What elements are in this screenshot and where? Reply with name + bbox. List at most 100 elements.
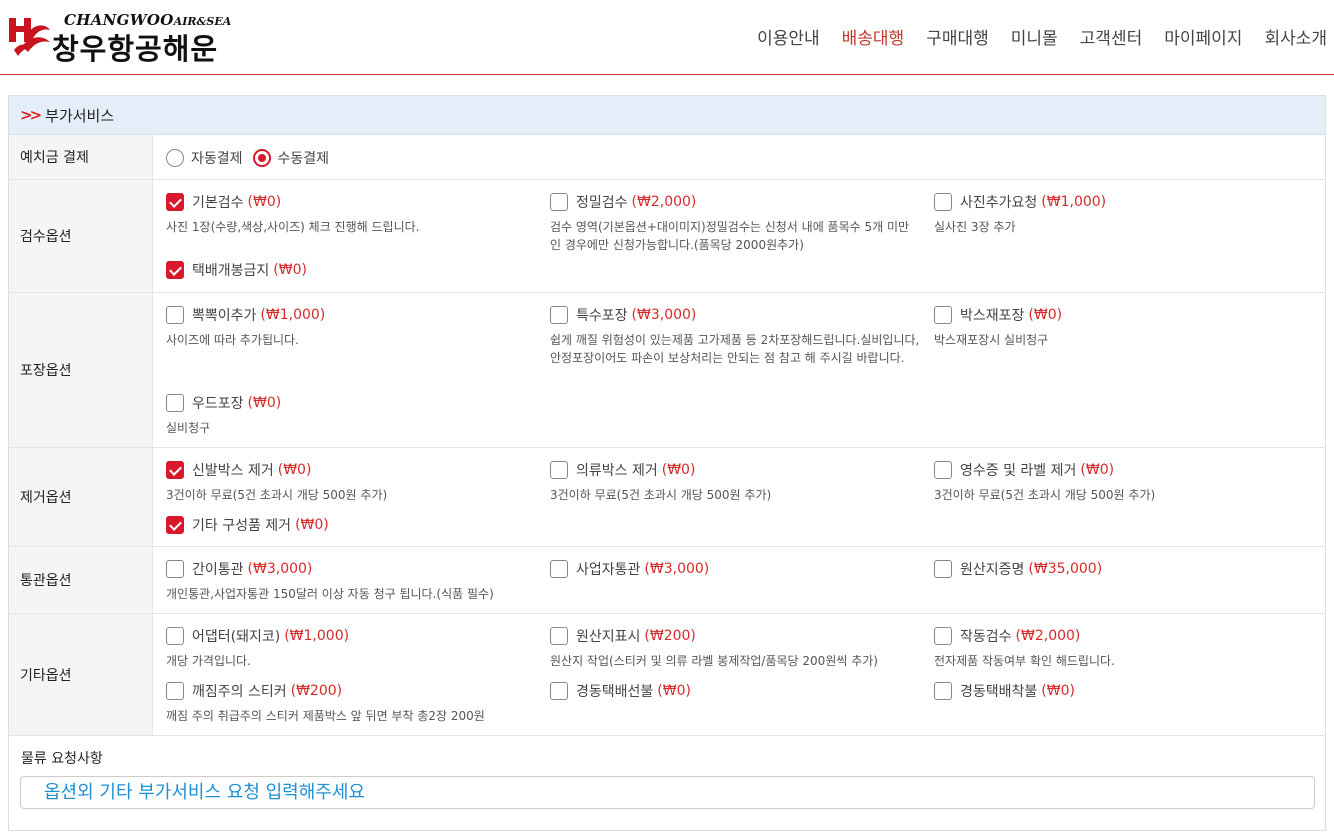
checkbox[interactable]: [550, 627, 568, 645]
nav-minimall[interactable]: 미니몰: [1011, 24, 1058, 49]
nav-guide[interactable]: 이용안내: [757, 24, 820, 49]
option-no-unpack: 택배개봉금지 (₩0): [166, 260, 536, 280]
checkbox[interactable]: [166, 627, 184, 645]
checkbox[interactable]: [550, 682, 568, 700]
other-options-row: 기타옵션 어댑터(돼지코) (₩1,000) 개당 가격입니다. 원산지표시 (₩2…: [9, 614, 1325, 736]
option-label: 원산지증명: [960, 562, 1025, 578]
removal-options-row: 제거옵션 신발박스 제거 (₩0) 3건이하 무료(5건 초과시 개당 500원 …: [9, 448, 1325, 547]
option-label: 경동택배선불: [576, 684, 654, 700]
option-label: 어댑터(돼지코): [192, 629, 281, 645]
option-desc: 실비청구: [166, 421, 211, 435]
row-label: 검수옵션: [9, 180, 153, 292]
option-adapter: 어댑터(돼지코) (₩1,000) 개당 가격입니다.: [166, 626, 536, 670]
option-desc: 3건이하 무료(5건 초과시 개당 500원 추가): [550, 488, 772, 502]
option-label: 사업자통관: [576, 562, 641, 578]
option-basic-inspection: 기본검수 (₩0) 사진 1장(수량,색상,사이즈) 체크 진행해 드립니다.: [166, 192, 536, 236]
checkbox-checked[interactable]: [166, 261, 184, 279]
nav-company[interactable]: 회사소개: [1264, 24, 1327, 49]
checkbox[interactable]: [550, 461, 568, 479]
checkbox-checked[interactable]: [166, 516, 184, 534]
option-price: (₩0): [1080, 462, 1115, 478]
checkbox[interactable]: [166, 394, 184, 412]
radio-manual-payment[interactable]: 수동결제: [252, 148, 329, 168]
option-desc: 쉽게 깨질 위험성이 있는제품 고가제품 등 2차포장해드립니다.실비입니다,안…: [550, 333, 920, 365]
option-operation-check: 작동검수 (₩2,000) 전자제품 작동여부 확인 해드립니다.: [934, 626, 1304, 670]
option-price: (₩0): [247, 194, 282, 210]
option-desc: 사이즈에 따라 추가됩니다.: [166, 333, 299, 347]
logistics-request-input[interactable]: [20, 776, 1315, 809]
option-price: (₩3,000): [644, 561, 710, 577]
option-price: (₩0): [661, 462, 696, 478]
option-label: 기타 구성품 제거: [192, 518, 292, 534]
option-label: 원산지표시: [576, 629, 641, 645]
option-label: 작동검수: [960, 629, 1012, 645]
checkbox[interactable]: [934, 461, 952, 479]
checkbox[interactable]: [934, 627, 952, 645]
option-price: (₩2,000): [631, 194, 697, 210]
option-price: (₩0): [657, 683, 691, 699]
checkbox-checked[interactable]: [166, 193, 184, 211]
section-header: >> 부가서비스: [9, 96, 1325, 135]
option-price: (₩200): [290, 683, 343, 699]
row-label: 통관옵션: [9, 547, 153, 613]
radio-circle[interactable]: [166, 149, 184, 167]
option-label: 특수포장: [576, 308, 628, 324]
main-nav: 이용안내 배송대행 구매대행 미니몰 고객센터 마이페이지 회사소개: [735, 24, 1327, 49]
option-label: 뽁뽁이추가: [192, 308, 257, 324]
checkbox[interactable]: [934, 306, 952, 324]
option-desc: 원산지 작업(스티커 및 의류 라벨 봉제작업/품목당 200원씩 추가): [550, 654, 878, 668]
checkbox[interactable]: [550, 560, 568, 578]
option-business-customs: 사업자통관 (₩3,000): [550, 559, 920, 579]
nav-shipping-agency[interactable]: 배송대행: [842, 24, 905, 49]
double-chevron-right-icon: >>: [20, 106, 42, 124]
row-label: 기타옵션: [9, 614, 153, 735]
option-remove-receipt-label: 영수증 및 라벨 제거 (₩0) 3건이하 무료(5건 초과시 개당 500원 추…: [934, 460, 1304, 504]
nav-mypage[interactable]: 마이페이지: [1164, 24, 1242, 49]
customs-options-row: 통관옵션 간이통관 (₩3,000) 개인통관,사업자통관 150달러 이상 자동…: [9, 547, 1325, 614]
option-label: 정밀검수: [576, 195, 628, 211]
option-desc: 사진 1장(수량,색상,사이즈) 체크 진행해 드립니다.: [166, 220, 420, 234]
option-desc: 검수 영역(기본옵션+대이미지)정밀검수는 신청서 내에 품목수 5개 미만인 …: [550, 220, 910, 252]
option-price: (₩1,000): [284, 628, 350, 644]
option-label: 영수증 및 라벨 제거: [960, 463, 1077, 479]
option-label: 기본검수: [192, 195, 244, 211]
option-label: 신발박스 제거: [192, 463, 274, 479]
brand-name-ko: 창우항공해운: [52, 32, 219, 66]
option-price: (₩0): [1041, 683, 1075, 699]
option-price: (₩0): [1028, 307, 1063, 323]
option-wood-packing: 우드포장 (₩0) 실비청구: [166, 393, 536, 437]
checkbox-checked[interactable]: [166, 461, 184, 479]
checkbox[interactable]: [550, 306, 568, 324]
deposit-payment-row: 예치금 결제 자동결제 수동결제: [9, 135, 1325, 180]
radio-auto-payment[interactable]: 자동결제: [166, 148, 243, 168]
checkbox[interactable]: [166, 306, 184, 324]
nav-purchase-agency[interactable]: 구매대행: [926, 24, 989, 49]
checkbox[interactable]: [934, 682, 952, 700]
checkbox[interactable]: [934, 560, 952, 578]
option-desc: 깨짐 주의 취급주의 스티커 제품박스 앞 뒤면 부착 총2장 200원: [166, 709, 485, 723]
radio-circle-selected[interactable]: [252, 149, 271, 167]
brand-logo[interactable]: CHANGWOOAIR&SEA 창우항공해운: [6, 10, 246, 66]
checkbox[interactable]: [550, 193, 568, 211]
option-price: (₩0): [273, 262, 307, 278]
option-remove-shoe-box: 신발박스 제거 (₩0) 3건이하 무료(5건 초과시 개당 500원 추가): [166, 460, 536, 504]
brand-logo-icon: [9, 18, 50, 56]
option-price: (₩1,000): [1041, 194, 1107, 210]
option-label: 사진추가요청: [960, 195, 1038, 211]
option-label: 택배개봉금지: [192, 263, 270, 279]
row-label: 포장옵션: [9, 293, 153, 447]
option-price: (₩3,000): [631, 307, 697, 323]
checkbox[interactable]: [166, 560, 184, 578]
option-desc: 개인통관,사업자통관 150달러 이상 자동 청구 됩니다.(식품 필수): [166, 587, 494, 601]
logistics-request-label: 물류 요청사항: [21, 751, 103, 767]
row-label: 제거옵션: [9, 448, 153, 546]
option-desc: 박스재포장시 실비청구: [934, 333, 1049, 347]
nav-customer-center[interactable]: 고객센터: [1080, 24, 1143, 49]
checkbox[interactable]: [166, 682, 184, 700]
option-price: (₩35,000): [1028, 561, 1103, 577]
option-extra-photo: 사진추가요청 (₩1,000) 실사진 3장 추가: [934, 192, 1304, 236]
option-desc: 3건이하 무료(5건 초과시 개당 500원 추가): [934, 488, 1156, 502]
checkbox[interactable]: [934, 193, 952, 211]
option-origin-label: 원산지표시 (₩200) 원산지 작업(스티커 및 의류 라벨 봉제작업/품목당 …: [550, 626, 930, 670]
option-price: (₩0): [247, 395, 282, 411]
